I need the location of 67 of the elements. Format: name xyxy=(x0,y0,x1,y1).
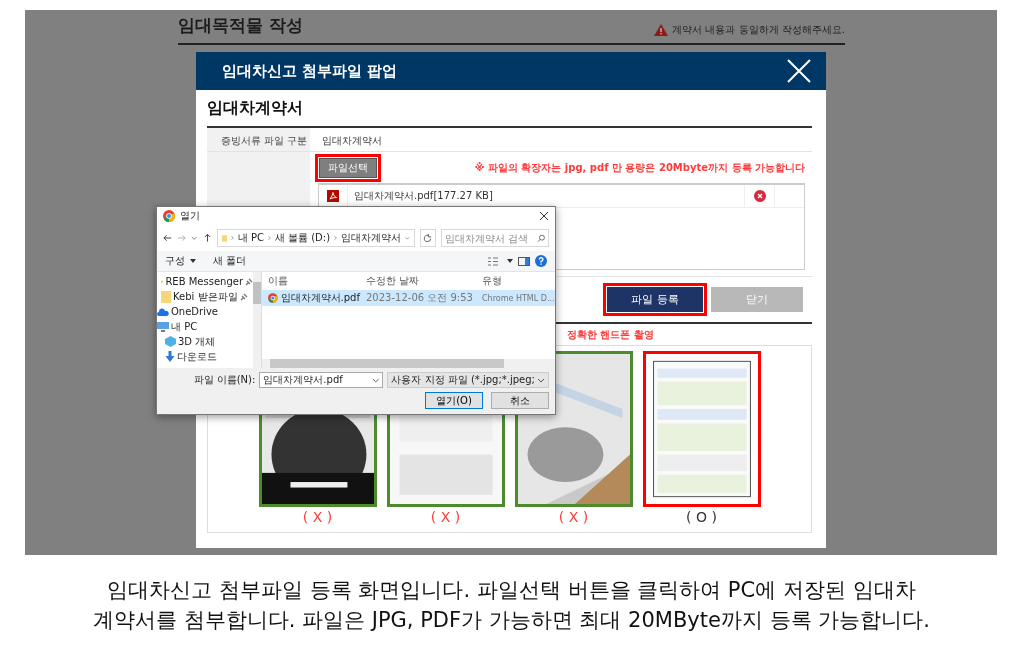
path-segment[interactable]: 내 PC xyxy=(237,231,264,245)
warning-icon xyxy=(654,24,669,36)
file-type: Chrome HTML D... xyxy=(481,293,555,303)
dialog-title: 열기 xyxy=(180,209,200,223)
column-header[interactable]: 유형 xyxy=(476,274,555,288)
cloud-icon xyxy=(157,307,169,316)
address-bar[interactable]: 내 PC 새 볼륨 (D:) 임대차계약서 xyxy=(216,229,415,247)
scrollbar[interactable] xyxy=(262,359,555,368)
pin-icon xyxy=(239,292,248,301)
chevron-icon xyxy=(334,234,337,242)
organize-menu[interactable]: 구성 xyxy=(165,254,185,268)
close-icon[interactable] xyxy=(539,211,549,221)
search-field[interactable]: 임대차계약서 검색 xyxy=(441,229,549,247)
help-icon[interactable] xyxy=(535,255,547,267)
path-segment[interactable]: 새 볼륨 (D:) xyxy=(274,231,331,245)
nav-item[interactable]: REB Messenger xyxy=(165,276,243,287)
nav-item[interactable]: 다운로드 xyxy=(177,349,217,364)
back-arrow-icon[interactable] xyxy=(163,233,173,243)
example-mark: ( O ) xyxy=(686,508,717,526)
folder-icon xyxy=(221,232,227,244)
caret-icon[interactable] xyxy=(190,259,196,263)
caption-text: 임대차신고 첨부파일 등록 화면입니다. 파일선택 버튼을 클릭하여 PC에 저장된 임대차 계약서를 첨부합니다. 파일은 JPG, PDF가 가능하면 최대 20MByte까지 등록 가능합니다. xyxy=(92,577,931,634)
browser-icon xyxy=(268,293,278,303)
nav-item[interactable]: OneDrive xyxy=(171,306,219,317)
popup-title: 임대차신고 첨부파일 팝업 xyxy=(222,61,398,81)
notice-text: ※ 파일의 확장자는 jpg, pdf 만 용량은 20Mbyte까지 등록 가능합니다 xyxy=(474,161,805,175)
caret-icon xyxy=(371,377,380,383)
folder-icon xyxy=(161,290,171,303)
chevron-icon xyxy=(230,234,234,242)
page-title: 임대목적물 작성 xyxy=(178,14,303,37)
example-mark: ( X ) xyxy=(430,508,461,526)
search-icon xyxy=(536,233,545,243)
scrollbar[interactable] xyxy=(253,272,261,368)
example-mark: ( X ) xyxy=(558,508,589,526)
pdf-icon xyxy=(327,190,339,202)
filename-field[interactable]: 임대차계약서.pdf xyxy=(259,372,384,388)
refresh-button[interactable] xyxy=(419,229,437,247)
column-header[interactable]: 수정한 날짜 xyxy=(360,274,476,288)
column-header[interactable]: 이름 xyxy=(262,274,360,288)
filename-label: 파일 이름(N): xyxy=(193,373,256,387)
value-cell: 임대차계약서 xyxy=(310,128,812,152)
caret-icon[interactable] xyxy=(507,259,513,263)
register-button[interactable]: 파일 등록 xyxy=(607,287,703,312)
file-name: 임대차계약서.pdf xyxy=(280,291,360,305)
download-icon xyxy=(165,351,175,362)
browser-icon xyxy=(163,210,175,222)
refresh-icon xyxy=(423,233,433,243)
pin-icon xyxy=(245,277,253,286)
chevron-icon xyxy=(267,234,271,242)
label-cell: 증빙서류 파일 구분 xyxy=(207,128,310,152)
path-segment[interactable]: 임대차계약서 xyxy=(340,231,401,245)
nav-item[interactable]: 내 PC xyxy=(171,319,198,334)
caret-icon xyxy=(537,377,545,383)
preview-pane-icon[interactable] xyxy=(518,256,530,266)
nav-item[interactable]: Kebi 받은파일 xyxy=(173,289,238,304)
cancel-button[interactable]: 취소 xyxy=(491,392,549,409)
delete-icon[interactable] xyxy=(753,190,766,202)
cube-icon xyxy=(165,336,176,347)
file-type-dropdown[interactable]: 사용자 지정 파일 (*.jpg;*.jpeg; xyxy=(387,372,549,388)
file-date: 2023-12-06 오전 9:53 xyxy=(365,291,474,305)
new-folder-button[interactable]: 새 폴더 xyxy=(213,254,247,268)
warning-text: 계약서 내용과 동일하게 작성해주세요. xyxy=(672,23,845,37)
file-select-button[interactable]: 파일선택 xyxy=(319,158,377,178)
file-row[interactable]: 임대차계약서.pdf 2023-12-06 오전 9:53 Chrome HTML D... xyxy=(262,290,555,306)
up-arrow-icon[interactable] xyxy=(202,233,212,243)
example-mark: ( X ) xyxy=(302,508,333,526)
open-button[interactable]: 열기(O) xyxy=(425,392,483,409)
